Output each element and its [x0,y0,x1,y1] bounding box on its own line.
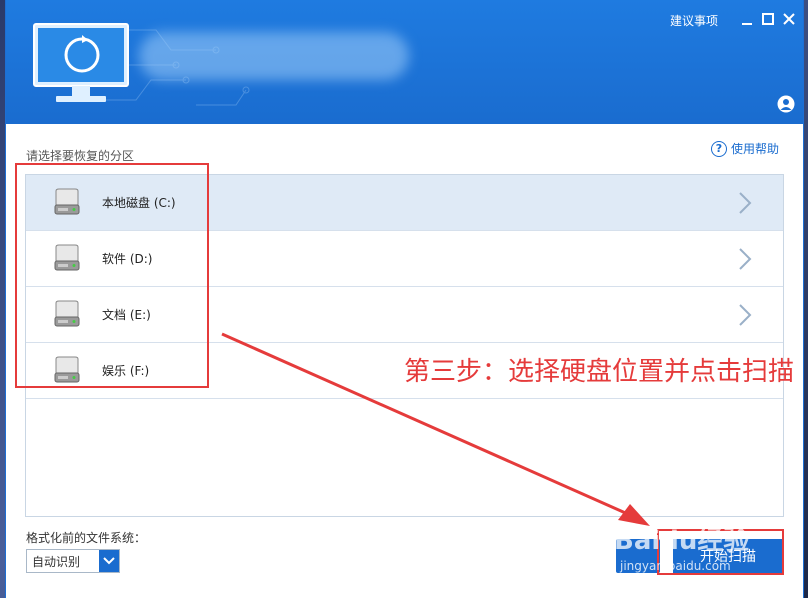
chevron-right-icon[interactable] [738,303,752,327]
help-link[interactable]: ? 使用帮助 [711,140,779,157]
minimize-icon[interactable] [740,12,754,26]
monitor-logo-icon [33,23,129,102]
suggestion-link[interactable]: 建议事项 [670,12,718,29]
close-icon[interactable] [782,12,796,26]
filesystem-label: 格式化前的文件系统： [26,531,147,545]
partition-row[interactable]: 文档 (E:) [26,287,783,343]
maximize-icon[interactable] [761,12,775,26]
help-link-label: 使用帮助 [731,142,780,156]
partition-row[interactable]: 软件 (D:) [26,231,783,287]
help-icon: ? [711,140,727,157]
annotation-text: 第三步：选择硬盘位置并点击扫描 [404,357,795,387]
filesystem-select-value: 自动识别 [32,554,81,569]
chevron-down-icon[interactable] [99,550,119,572]
partition-list: 本地磁盘 (C:) 软件 (D:) 文档 (E:) 娱乐 (F:) [25,174,784,517]
hard-drive-icon [54,356,80,383]
chevron-right-icon[interactable] [738,247,752,271]
app-window: 建议事项 请选择要恢复的分区 ? 使用帮助 本地磁盘 (C:) 软件 (D:) 文档… [5,0,804,598]
partition-label: 本地磁盘 (C:) [102,196,176,210]
partition-label: 文档 (E:) [102,308,151,322]
blurred-app-title [139,32,409,80]
filesystem-select[interactable]: 自动识别 [26,549,120,573]
chevron-right-icon[interactable] [738,191,752,215]
partition-label: 软件 (D:) [102,252,153,266]
partition-section-label: 请选择要恢复的分区 [26,149,135,163]
header-banner: 建议事项 [6,0,803,124]
watermark-url: jingyan.baidu.com [620,559,731,573]
watermark-brand: Baidu经验 [614,526,750,556]
hard-drive-icon [54,244,80,271]
partition-row[interactable]: 本地磁盘 (C:) [26,175,783,231]
partition-label: 娱乐 (F:) [102,364,150,378]
user-icon[interactable] [777,95,795,113]
hard-drive-icon [54,188,80,215]
hard-drive-icon [54,300,80,327]
